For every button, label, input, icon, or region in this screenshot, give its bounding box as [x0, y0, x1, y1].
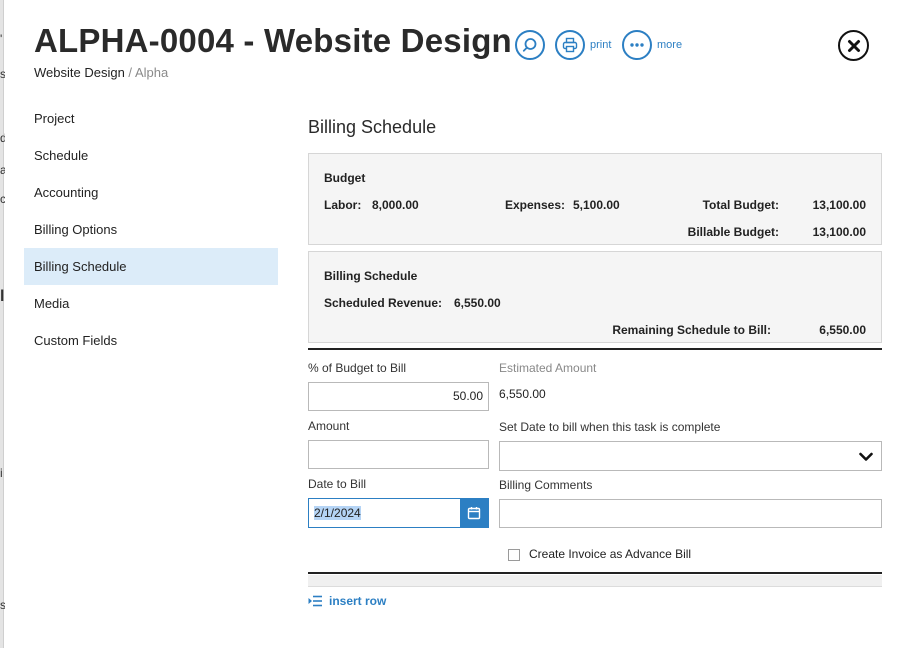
- sidebar-item-schedule[interactable]: Schedule: [24, 137, 278, 174]
- print-icon: [555, 30, 585, 60]
- divider: [308, 572, 882, 574]
- scheduled-revenue-label: Scheduled Revenue:: [324, 296, 443, 310]
- sidebar-item-custom-fields[interactable]: Custom Fields: [24, 322, 278, 359]
- page-title: ALPHA-0004 - Website Design: [34, 22, 512, 59]
- insert-row-label: insert row: [329, 594, 387, 608]
- labor-value: 8,000.00: [372, 198, 419, 212]
- budget-heading: Budget: [324, 171, 366, 185]
- billing-comments-label: Billing Comments: [499, 478, 593, 492]
- scheduled-revenue-value: 6,550.00: [454, 296, 501, 310]
- date-to-bill-input[interactable]: 2/1/2024: [314, 506, 361, 520]
- estimated-amount-value: 6,550.00: [499, 387, 546, 401]
- remaining-label: Remaining Schedule to Bill:: [612, 323, 771, 337]
- calendar-button[interactable]: [460, 499, 488, 527]
- sidebar-item-accounting[interactable]: Accounting: [24, 174, 278, 211]
- schedule-panel: Billing Schedule Scheduled Revenue: 6,55…: [308, 251, 882, 343]
- edge-text-fragment: l: [0, 288, 5, 305]
- pct-budget-label: % of Budget to Bill: [308, 361, 407, 375]
- remaining-value: 6,550.00: [819, 323, 866, 337]
- sidebar-item-media[interactable]: Media: [24, 285, 278, 322]
- task-select-label: Set Date to bill when this task is compl…: [499, 420, 721, 434]
- edge-text-fragment: ': [0, 32, 3, 46]
- pct-budget-input[interactable]: 50.00: [308, 382, 489, 411]
- sidebar-item-billing-schedule[interactable]: Billing Schedule: [24, 248, 278, 285]
- edge-text-fragment: a: [0, 163, 5, 177]
- edge-text-fragment: s: [0, 67, 5, 81]
- more-label[interactable]: more: [657, 39, 682, 51]
- calendar-icon: [467, 506, 481, 520]
- more-icon: [622, 30, 652, 60]
- breadcrumb-client[interactable]: Alpha: [135, 65, 168, 80]
- breadcrumb-separator: /: [124, 65, 135, 80]
- background-window-edge: [0, 0, 4, 648]
- estimated-amount-label: Estimated Amount: [499, 361, 597, 375]
- total-budget-label: Total Budget:: [702, 198, 779, 212]
- insert-row-icon: [308, 595, 329, 607]
- sidebar-nav: Project Schedule Accounting Billing Opti…: [24, 100, 278, 359]
- table-footer-strip: [308, 575, 882, 587]
- billing-comments-input[interactable]: [499, 499, 882, 528]
- amount-label: Amount: [308, 419, 350, 433]
- total-budget-value: 13,100.00: [812, 198, 866, 212]
- billable-budget-value: 13,100.00: [812, 225, 866, 239]
- budget-panel: Budget Labor: 8,000.00 Expenses: 5,100.0…: [308, 153, 882, 245]
- section-title: Billing Schedule: [308, 117, 437, 137]
- close-icon: [847, 39, 861, 53]
- breadcrumb: Website Design / Alpha: [34, 65, 168, 80]
- advance-bill-checkbox[interactable]: [508, 549, 520, 561]
- advance-bill-label[interactable]: Create Invoice as Advance Bill: [529, 547, 691, 561]
- labor-label: Labor:: [324, 198, 362, 212]
- expenses-label: Expenses:: [505, 198, 566, 212]
- breadcrumb-project[interactable]: Website Design: [34, 65, 125, 80]
- search-icon: [515, 30, 545, 60]
- more-button[interactable]: more: [622, 30, 682, 60]
- task-select[interactable]: [499, 441, 882, 471]
- close-button[interactable]: [838, 30, 869, 61]
- date-to-bill-field[interactable]: 2/1/2024: [308, 498, 489, 528]
- expenses-value: 5,100.00: [573, 198, 620, 212]
- search-button[interactable]: [515, 30, 545, 60]
- chevron-down-icon: [859, 450, 873, 468]
- billable-budget-label: Billable Budget:: [687, 225, 779, 239]
- sidebar-item-billing-options[interactable]: Billing Options: [24, 211, 278, 248]
- schedule-heading: Billing Schedule: [324, 269, 418, 283]
- print-button[interactable]: print: [555, 30, 611, 60]
- edge-text-fragment: c: [0, 192, 5, 206]
- edge-text-fragment: s: [0, 598, 5, 612]
- divider: [308, 348, 882, 350]
- date-to-bill-label: Date to Bill: [308, 477, 367, 491]
- sidebar-item-project[interactable]: Project: [24, 100, 278, 137]
- edge-text-fragment: i: [0, 466, 3, 480]
- advance-bill-row: Create Invoice as Advance Bill: [508, 546, 691, 561]
- insert-row-button[interactable]: insert row: [308, 594, 386, 608]
- print-label[interactable]: print: [590, 39, 611, 51]
- edge-text-fragment: d: [0, 131, 5, 145]
- amount-input[interactable]: [308, 440, 489, 469]
